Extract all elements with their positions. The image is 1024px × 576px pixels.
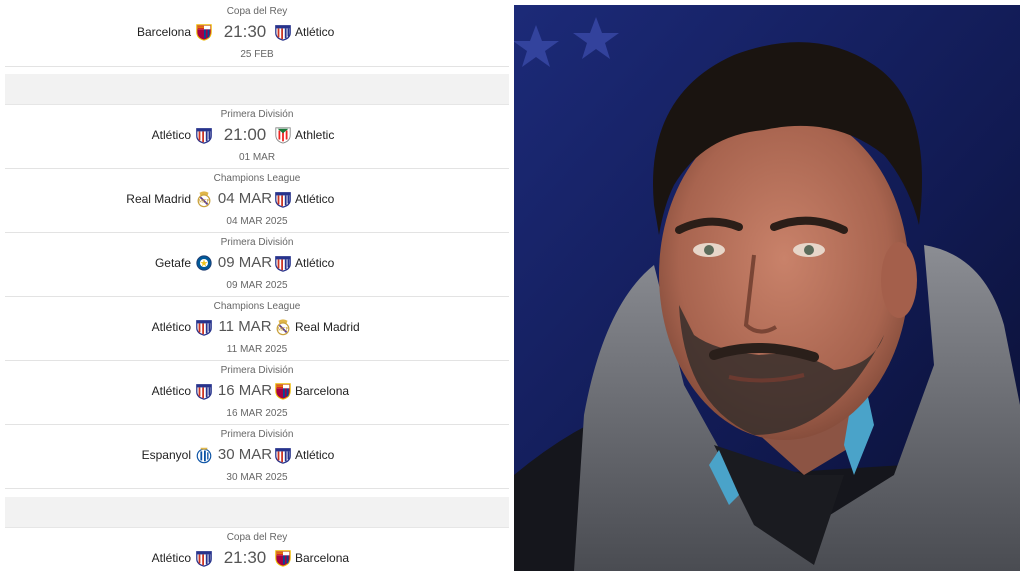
barcelona-crest-icon [275, 550, 291, 567]
match-date-center: 30 MAR [217, 446, 273, 463]
home-team-name[interactable]: Espanyol [142, 444, 191, 466]
home-team-name[interactable]: Real Madrid [126, 188, 191, 210]
match-date-center: 16 MAR [217, 382, 273, 399]
match-date: 16 MAR 2025 [226, 408, 288, 419]
svg-text:MCF: MCF [277, 327, 288, 333]
home-team-name[interactable]: Barcelona [137, 21, 191, 43]
atletico-crest-icon [196, 384, 212, 400]
atletico-crest-icon [275, 448, 291, 464]
home-team-name[interactable]: Atlético [152, 380, 191, 402]
home-team-name[interactable]: Atlético [152, 547, 191, 569]
barcelona-crest-icon [275, 383, 291, 400]
espanyol-crest-icon [196, 447, 212, 464]
real-madrid-crest-icon: MCF [197, 191, 211, 208]
match-date: 01 MAR [238, 152, 276, 163]
match-date: 25 FEB [240, 49, 274, 60]
competition-label: Champions League [213, 173, 301, 184]
match-date: 09 MAR 2025 [226, 280, 288, 291]
fixture-card[interactable]: Primera División Espanyol 30 MAR Atlétic… [5, 425, 509, 489]
atletico-crest-icon [275, 256, 291, 272]
match-date: 11 MAR 2025 [226, 344, 288, 355]
home-team-name[interactable]: Atlético [152, 316, 191, 338]
away-team-name[interactable]: Atlético [295, 444, 334, 466]
svg-text:MCF: MCF [198, 199, 209, 205]
competition-label: Copa del Rey [226, 6, 288, 17]
atletico-crest-icon [196, 320, 212, 336]
real-madrid-crest-icon: MCF [276, 319, 290, 336]
match-date-center: 04 MAR [217, 190, 273, 207]
competition-label: Primera División [220, 365, 294, 376]
section-divider [5, 74, 509, 105]
getafe-crest-icon [196, 255, 212, 271]
match-date-center: 11 MAR [218, 318, 272, 335]
away-team-name[interactable]: Atlético [295, 252, 334, 274]
fixture-card[interactable]: Copa del Rey Barcelona 21:30 Atlético 25… [5, 0, 509, 67]
away-team-name[interactable]: Barcelona [295, 547, 349, 569]
fixture-card[interactable]: Primera División Atlético 16 MAR Barcelo… [5, 361, 509, 425]
coach-portrait-photo [514, 5, 1020, 571]
away-team-name[interactable]: Atlético [295, 21, 334, 43]
match-date: 30 MAR 2025 [226, 472, 288, 483]
section-divider [5, 497, 509, 528]
athletic-crest-icon [275, 127, 291, 144]
barcelona-crest-icon [196, 24, 212, 41]
match-date: 04 MAR 2025 [226, 216, 288, 227]
match-time: 21:30 [223, 22, 267, 41]
fixture-card[interactable]: Primera División Getafe 09 MAR Atlético … [5, 233, 509, 297]
home-team-name[interactable]: Atlético [152, 124, 191, 146]
competition-label: Champions League [213, 301, 301, 312]
competition-label: Primera División [220, 237, 294, 248]
atletico-crest-icon [275, 192, 291, 208]
away-team-name[interactable]: Barcelona [295, 380, 349, 402]
competition-label: Primera División [220, 109, 294, 120]
fixture-card[interactable]: Primera División Atlético 21:00 Athletic… [5, 105, 509, 169]
fixture-card[interactable]: Champions League Real Madrid MCF 04 MAR … [5, 169, 509, 233]
match-time: 21:00 [223, 125, 267, 144]
fixture-card[interactable]: Copa del Rey Atlético 21:30 Barcelona [5, 528, 509, 576]
match-date-center: 09 MAR [217, 254, 273, 271]
fixture-card[interactable]: Champions League Atlético 11 MAR MCF Rea… [5, 297, 509, 361]
fixtures-panel: Copa del Rey Barcelona 21:30 Atlético 25… [0, 0, 514, 576]
home-team-name[interactable]: Getafe [155, 252, 191, 274]
competition-label: Copa del Rey [226, 532, 288, 543]
atletico-crest-icon [196, 128, 212, 144]
atletico-crest-icon [196, 551, 212, 567]
competition-label: Primera División [220, 429, 294, 440]
atletico-crest-icon [275, 25, 291, 41]
match-time: 21:30 [223, 548, 267, 567]
away-team-name[interactable]: Athletic [295, 124, 334, 146]
away-team-name[interactable]: Atlético [295, 188, 334, 210]
away-team-name[interactable]: Real Madrid [295, 316, 360, 338]
